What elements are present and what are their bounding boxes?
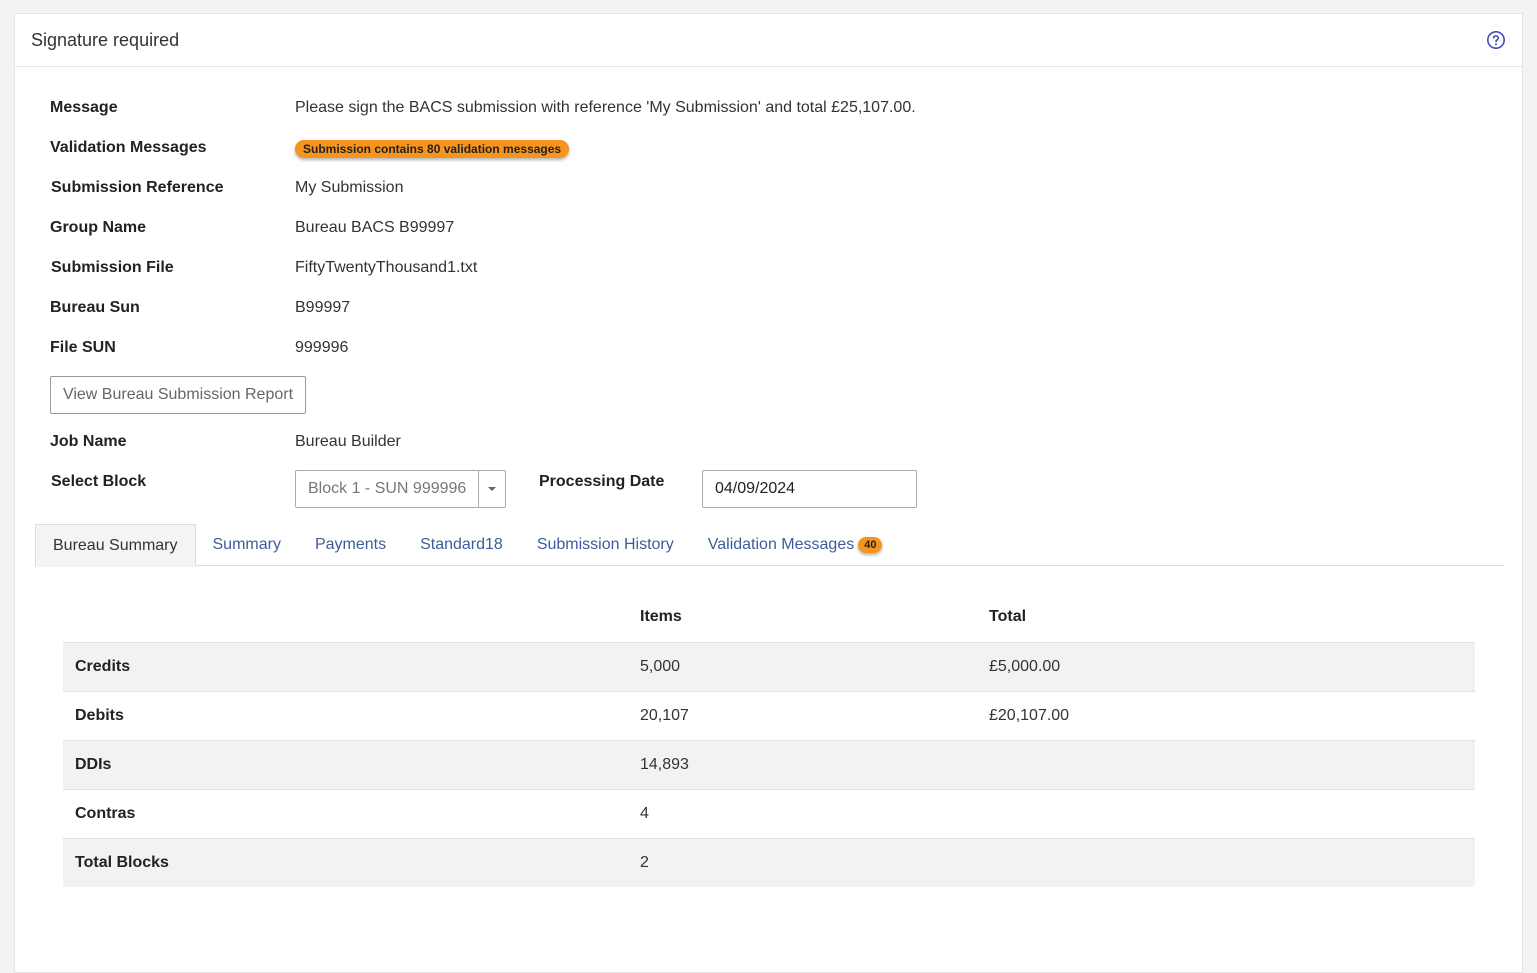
validation-count-badge: 40 — [858, 537, 883, 553]
card-header: Signature required — [15, 14, 1522, 67]
file-sun-label: File SUN — [50, 339, 116, 356]
tab-validation-messages-label: Validation Messages — [707, 536, 855, 553]
bureau-summary-table: Items Total Credits 5,000 £5,000.00 Debi… — [63, 592, 1475, 887]
block-select[interactable]: Block 1 - SUN 999996 — [295, 470, 506, 508]
file-sun-value: 999996 — [295, 339, 349, 356]
validation-label: Validation Messages — [50, 139, 207, 156]
group-name-label: Group Name — [50, 219, 147, 236]
row-items: 2 — [640, 853, 649, 871]
submission-reference-label: Submission Reference — [51, 179, 224, 196]
row-label: Credits — [75, 657, 131, 675]
job-name-value: Bureau Builder — [295, 433, 401, 450]
table-row: Total Blocks 2 — [63, 838, 1475, 887]
processing-date-input[interactable] — [702, 470, 917, 508]
group-name-value: Bureau BACS B99997 — [295, 219, 455, 236]
table-header-row: Items Total — [63, 592, 1475, 642]
tab-payments[interactable]: Payments — [298, 524, 403, 566]
validation-badge: Submission contains 80 validation messag… — [295, 140, 570, 158]
row-label: DDIs — [75, 755, 112, 773]
submission-file-label: Submission File — [51, 259, 174, 276]
row-items: 20,107 — [640, 706, 689, 724]
tab-bar: Bureau Summary Summary Payments Standard… — [35, 524, 1504, 567]
job-name-label: Job Name — [50, 433, 127, 450]
row-label: Total Blocks — [75, 853, 169, 871]
tab-standard18[interactable]: Standard18 — [403, 524, 520, 566]
row-total — [977, 789, 1475, 838]
select-block-label: Select Block — [51, 473, 147, 490]
row-items: 4 — [640, 804, 649, 822]
tab-bureau-summary[interactable]: Bureau Summary — [35, 524, 196, 567]
tab-validation-messages[interactable]: Validation Messages 40 — [691, 524, 900, 566]
row-total — [977, 838, 1475, 887]
table-row: Debits 20,107 £20,107.00 — [63, 691, 1475, 740]
table-header-label — [63, 592, 628, 642]
submission-file-value: FiftyTwentyThousand1.txt — [295, 259, 478, 276]
caret-down-icon[interactable] — [478, 471, 505, 507]
row-label: Debits — [75, 706, 124, 724]
table-header-items: Items — [640, 607, 682, 625]
view-bureau-report-button[interactable]: View Bureau Submission Report — [50, 376, 306, 414]
bureau-sun-value: B99997 — [295, 299, 351, 316]
row-items: 14,893 — [640, 755, 689, 773]
table-header-total: Total — [989, 607, 1027, 625]
submission-reference-value: My Submission — [295, 179, 404, 196]
signature-card: Signature required Message Please sign t… — [14, 13, 1523, 973]
table-row: Contras 4 — [63, 789, 1475, 838]
row-total: £20,107.00 — [989, 706, 1070, 724]
message-value: Please sign the BACS submission with ref… — [295, 99, 916, 116]
table-row: Credits 5,000 £5,000.00 — [63, 642, 1475, 691]
block-select-value: Block 1 - SUN 999996 — [308, 480, 467, 497]
row-total — [977, 740, 1475, 789]
processing-date-label: Processing Date — [539, 473, 665, 490]
bureau-sun-label: Bureau Sun — [50, 299, 140, 316]
tab-submission-history[interactable]: Submission History — [520, 524, 691, 566]
tab-summary[interactable]: Summary — [196, 524, 298, 566]
row-label: Contras — [75, 804, 136, 822]
page-title: Signature required — [31, 29, 180, 50]
table-row: DDIs 14,893 — [63, 740, 1475, 789]
question-circle-icon[interactable] — [1486, 30, 1506, 50]
message-label: Message — [50, 99, 118, 116]
row-total: £5,000.00 — [989, 657, 1061, 675]
row-items: 5,000 — [640, 657, 681, 675]
